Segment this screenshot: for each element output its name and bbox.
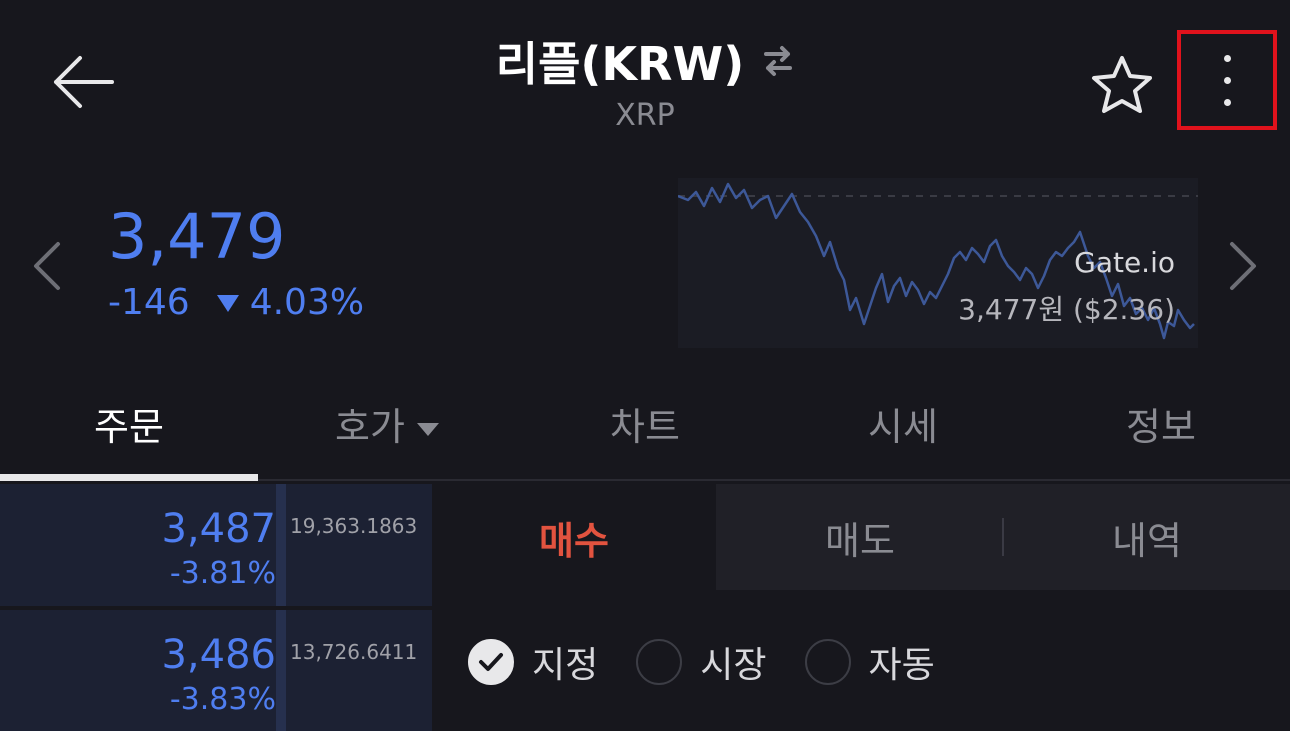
- order-tab-separator: [1002, 518, 1004, 556]
- order-type-label: 시장: [700, 645, 767, 686]
- chevron-left-icon[interactable]: [30, 238, 64, 294]
- orderbook-rate: -3.83%: [169, 682, 276, 717]
- favorite-star-icon[interactable]: [1090, 54, 1154, 116]
- buy-tab[interactable]: 매수: [432, 484, 716, 590]
- current-price: 3,479: [108, 200, 286, 273]
- change-amount: -146: [108, 282, 190, 323]
- orderbook-volume-bar: [276, 484, 286, 606]
- tab-orderbook[interactable]: 호가: [258, 396, 516, 451]
- history-tab[interactable]: 내역: [1004, 484, 1290, 590]
- orderbook-price: 3,486: [161, 632, 276, 678]
- change-rate: 4.03%: [249, 282, 365, 323]
- tab-chart[interactable]: 차트: [516, 396, 774, 451]
- active-tab-indicator: [0, 474, 258, 481]
- orderbook-row[interactable]: 3,486 -3.83% 13,726.6411: [0, 610, 432, 731]
- sell-tab[interactable]: 매도: [716, 484, 1004, 590]
- order-type-market[interactable]: 시장: [636, 636, 767, 688]
- radio-unchecked-icon: [636, 639, 683, 685]
- order-type-auto[interactable]: 자동: [804, 636, 935, 688]
- swap-icon[interactable]: [762, 44, 794, 78]
- down-triangle-icon: [216, 294, 239, 312]
- caret-down-icon: [416, 423, 439, 436]
- orderbook-quantity: 19,363.1863: [290, 514, 418, 538]
- order-type-group: 지정 시장 자동: [468, 636, 973, 688]
- order-type-label: 지정: [532, 645, 599, 686]
- more-vertical-icon: [1223, 54, 1231, 106]
- orderbook-row[interactable]: 3,487 -3.81% 19,363.1863: [0, 484, 432, 608]
- radio-checked-icon: [468, 639, 514, 685]
- order-type-label: 자동: [868, 645, 935, 686]
- orderbook-price: 3,487: [161, 506, 276, 552]
- exchange-name: Gate.io: [1074, 246, 1175, 279]
- reference-price: 3,477원 ($2.36): [958, 293, 1175, 326]
- orderbook-rate: -3.81%: [169, 556, 276, 591]
- orderbook-quantity: 13,726.6411: [290, 640, 418, 664]
- tab-divider: [258, 479, 1290, 481]
- price-change: -146 4.03%: [108, 282, 364, 323]
- orderbook-volume-bar: [276, 610, 286, 731]
- coin-title[interactable]: 리플(KRW): [496, 28, 745, 94]
- chevron-right-icon[interactable]: [1226, 238, 1260, 294]
- tab-order[interactable]: 주문: [0, 396, 258, 451]
- tab-info[interactable]: 정보: [1032, 396, 1290, 451]
- radio-unchecked-icon: [804, 639, 851, 685]
- more-options-button[interactable]: [1177, 30, 1277, 130]
- order-type-limit[interactable]: 지정: [468, 636, 598, 688]
- screen: 리플(KRW) XRP 3,479 -146 4.03% Gate.io 3,4…: [0, 0, 1290, 731]
- tab-market-price[interactable]: 시세: [774, 396, 1032, 451]
- checkmark-icon: [479, 653, 503, 671]
